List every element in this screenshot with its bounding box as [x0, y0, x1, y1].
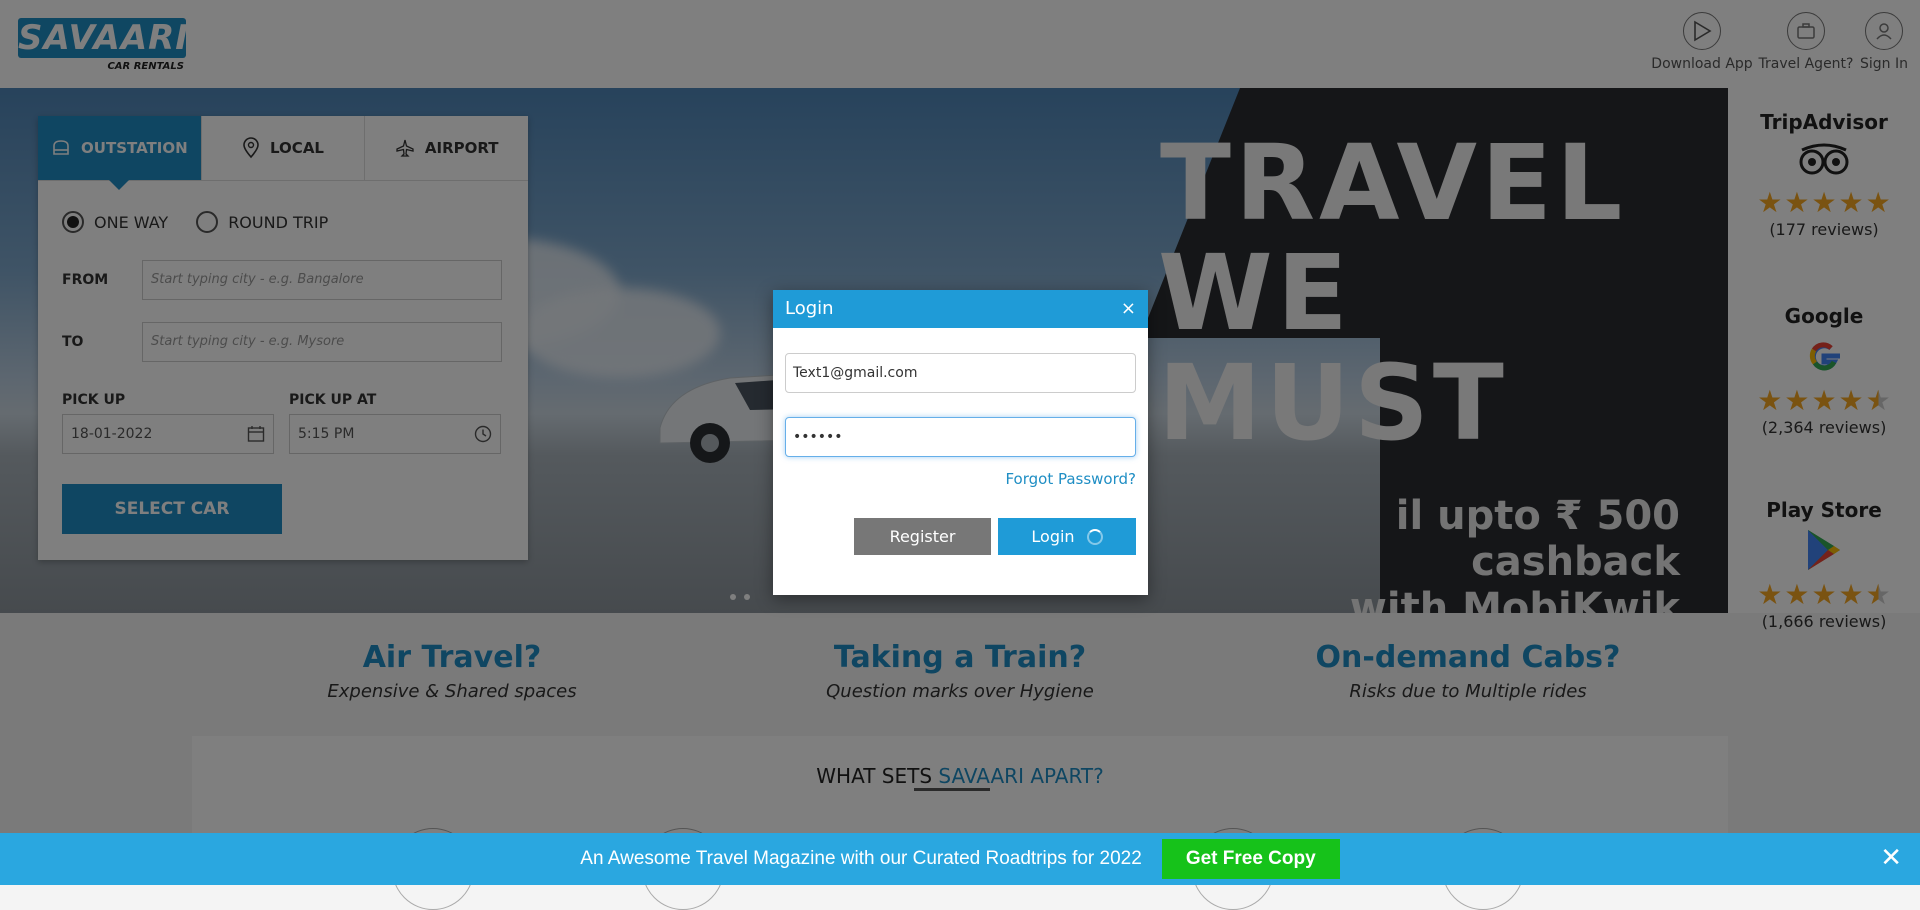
login-button-label: Login	[1031, 527, 1075, 546]
password-field[interactable]: ••••••	[785, 417, 1136, 457]
promo-bar: An Awesome Travel Magazine with our Cura…	[0, 833, 1920, 885]
close-icon[interactable]: ✕	[1880, 845, 1902, 871]
modal-header: Login ×	[773, 290, 1148, 328]
loading-spinner-icon	[1086, 528, 1103, 545]
close-icon[interactable]: ×	[1121, 290, 1136, 328]
login-modal: Login × Text1@gmail.com •••••• Forgot Pa…	[773, 290, 1148, 595]
modal-title: Login	[785, 298, 834, 319]
get-free-copy-button[interactable]: Get Free Copy	[1161, 839, 1340, 879]
login-button[interactable]: Login	[998, 518, 1136, 555]
email-field[interactable]: Text1@gmail.com	[785, 353, 1136, 393]
register-button[interactable]: Register	[854, 518, 991, 555]
promo-text: An Awesome Travel Magazine with our Cura…	[580, 848, 1142, 869]
forgot-password-link[interactable]: Forgot Password?	[1005, 470, 1136, 488]
